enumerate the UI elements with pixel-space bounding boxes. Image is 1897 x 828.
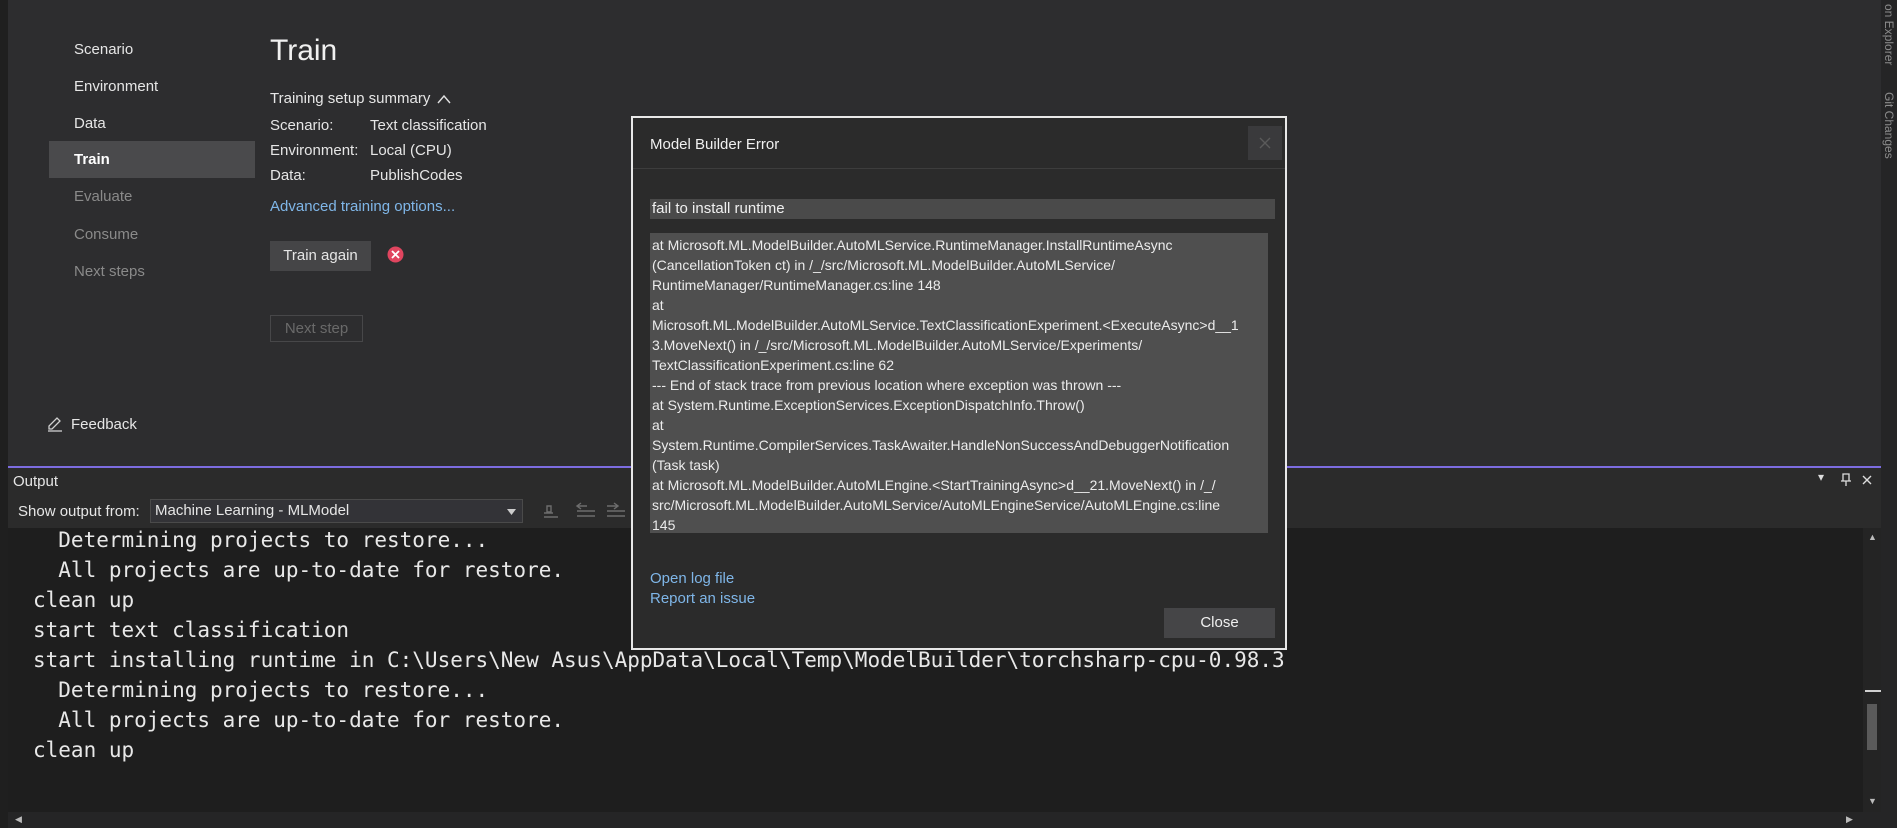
- data-value: PublishCodes: [370, 167, 463, 184]
- environment-key: Environment:: [270, 142, 359, 159]
- stack-trace-line: src/Microsoft.ML.ModelBuilder.AutoMLServ…: [652, 497, 1221, 513]
- training-summary-label: Training setup summary: [270, 90, 431, 107]
- stack-trace-line: at System.Runtime.ExceptionServices.Exce…: [652, 397, 1085, 413]
- scenario-key: Scenario:: [270, 117, 334, 134]
- previous-message-icon[interactable]: [575, 502, 597, 520]
- nav-item-environment[interactable]: Environment: [49, 68, 255, 105]
- find-message-icon[interactable]: [541, 502, 561, 520]
- dropdown-icon[interactable]: ▾: [1818, 470, 1824, 484]
- output-line: Determining projects to restore...: [33, 528, 489, 552]
- stack-trace-line: Microsoft.ML.ModelBuilder.AutoMLService.…: [652, 317, 1239, 333]
- right-tool-strip: on Explorer Git Changes: [1881, 0, 1897, 828]
- advanced-training-options-link[interactable]: Advanced training options...: [270, 198, 455, 215]
- scenario-value: Text classification: [370, 117, 487, 134]
- scroll-up-arrow-icon[interactable]: ▲: [1868, 532, 1877, 542]
- next-step-button: Next step: [270, 315, 363, 342]
- nav-item-train[interactable]: Train: [49, 141, 255, 178]
- git-changes-tab[interactable]: Git Changes: [1882, 92, 1896, 159]
- stack-trace-line: (Task task): [652, 457, 720, 473]
- output-line: clean up: [33, 738, 135, 762]
- stack-trace-line: at Microsoft.ML.ModelBuilder.AutoMLServi…: [652, 237, 1173, 253]
- output-line: start installing runtime in C:\Users\New…: [33, 648, 1285, 672]
- close-icon[interactable]: [1861, 474, 1873, 486]
- scroll-right-arrow-icon[interactable]: ▶: [1846, 814, 1853, 825]
- dialog-title: Model Builder Error: [650, 136, 780, 153]
- output-vertical-scrollbar[interactable]: ▲ ▼: [1863, 528, 1881, 812]
- training-summary-toggle[interactable]: Training setup summary: [270, 90, 452, 107]
- nav-item-scenario[interactable]: Scenario: [49, 31, 255, 68]
- stack-trace-line: 145: [652, 517, 676, 533]
- next-message-icon[interactable]: [605, 502, 627, 520]
- stack-trace[interactable]: at Microsoft.ML.ModelBuilder.AutoMLServi…: [650, 233, 1268, 533]
- show-output-from-label: Show output from:: [18, 503, 140, 520]
- feedback-label: Feedback: [71, 415, 137, 433]
- close-icon: [1259, 137, 1271, 149]
- stack-trace-line: RuntimeManager/RuntimeManager.cs:line 14…: [652, 277, 941, 293]
- data-key: Data:: [270, 167, 306, 184]
- nav-item-next-steps: Next steps: [74, 263, 145, 280]
- dialog-divider: [633, 168, 1285, 169]
- stack-trace-line: System.Runtime.CompilerServices.TaskAwai…: [652, 437, 1230, 453]
- nav-item-evaluate: Evaluate: [74, 188, 133, 205]
- chevron-down-icon: [507, 509, 516, 515]
- error-message: fail to install runtime: [650, 199, 1275, 219]
- pin-icon[interactable]: [1840, 473, 1852, 487]
- stack-trace-line: TextClassificationExperiment.cs:line 62: [652, 357, 894, 373]
- stack-trace-line: --- End of stack trace from previous loc…: [652, 377, 1122, 393]
- page-title: Train: [270, 34, 338, 67]
- feedback-link[interactable]: Feedback: [46, 413, 137, 435]
- stack-trace-line: at: [652, 417, 664, 433]
- nav-item-data[interactable]: Data: [49, 105, 255, 142]
- error-icon: [387, 246, 404, 263]
- nav-item-consume: Consume: [74, 226, 139, 243]
- output-line: Determining projects to restore...: [33, 678, 489, 702]
- train-again-button[interactable]: Train again: [270, 241, 371, 271]
- stack-trace-line: 3.MoveNext() in /_/src/Microsoft.ML.Mode…: [652, 337, 1143, 353]
- stack-trace-line: (CancellationToken ct) in /_/src/Microso…: [652, 257, 1115, 273]
- open-log-file-link[interactable]: Open log file: [650, 570, 734, 587]
- dialog-close-button[interactable]: Close: [1164, 608, 1275, 638]
- scroll-position-marker: [1865, 690, 1881, 692]
- output-source-value: Machine Learning - MLModel: [155, 502, 350, 519]
- output-line: start text classification: [33, 618, 350, 642]
- output-horizontal-scrollbar[interactable]: ◀ ▶: [8, 812, 1881, 828]
- environment-value: Local (CPU): [370, 142, 452, 159]
- scrollbar-thumb[interactable]: [1867, 704, 1877, 750]
- chevron-up-icon: [437, 94, 451, 103]
- feedback-icon: [48, 417, 62, 432]
- output-line: All projects are up-to-date for restore.: [33, 708, 565, 732]
- scroll-down-arrow-icon[interactable]: ▼: [1868, 796, 1877, 806]
- output-source-select[interactable]: Machine Learning - MLModel: [150, 499, 523, 523]
- solution-explorer-tab[interactable]: on Explorer: [1882, 4, 1896, 65]
- model-builder-error-dialog: Model Builder Error fail to install runt…: [631, 116, 1287, 650]
- stack-trace-line: at: [652, 297, 664, 313]
- dialog-close-x-button[interactable]: [1248, 126, 1282, 160]
- output-line: All projects are up-to-date for restore.: [33, 558, 565, 582]
- scroll-left-arrow-icon[interactable]: ◀: [15, 814, 22, 825]
- output-line: clean up: [33, 588, 135, 612]
- output-title: Output: [13, 473, 59, 490]
- report-issue-link[interactable]: Report an issue: [650, 590, 755, 607]
- stack-trace-line: at Microsoft.ML.ModelBuilder.AutoMLEngin…: [652, 477, 1216, 493]
